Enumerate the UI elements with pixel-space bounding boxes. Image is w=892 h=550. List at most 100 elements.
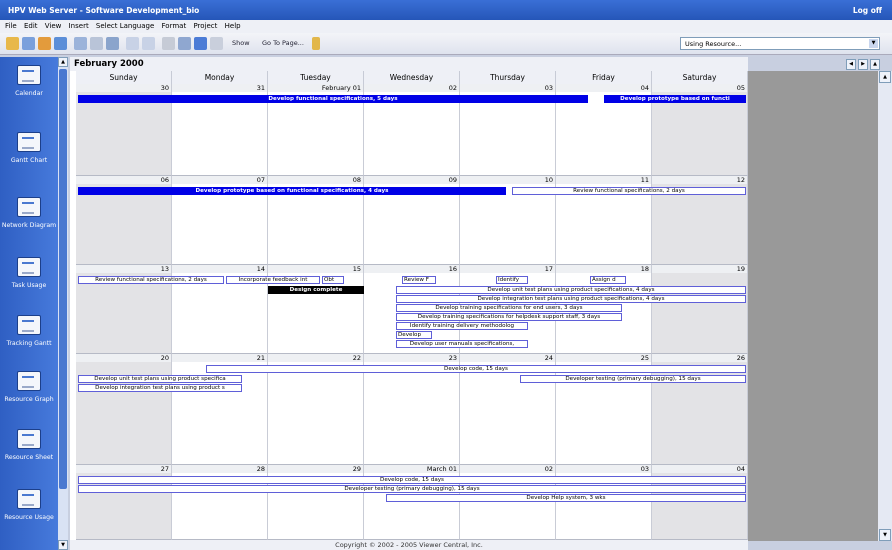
task-bar[interactable]: Incorporate feedback int [226,276,320,284]
task-bar[interactable]: Identify [496,276,528,284]
task-bar[interactable]: Develop training specifications for end … [396,304,622,312]
day-number: 08 [268,176,363,184]
sort-icon[interactable] [178,37,191,50]
day-number: 04 [652,465,747,473]
view-bar: Calendar Gantt Chart Network Diagram Tas… [0,57,68,550]
vertical-scrollbar[interactable]: ▲ ▼ [878,71,892,541]
view-network-diagram[interactable]: Network Diagram [0,197,58,230]
scroll-down-icon[interactable]: ▼ [879,529,891,541]
task-bar[interactable]: Identify training delivery methodolog [396,322,528,330]
day-number: 19 [652,265,747,273]
day-number: 03 [460,84,555,92]
view-resource-graph[interactable]: Resource Graph [0,371,58,404]
view-bar-scrollbar[interactable]: ▲ ▼ [58,57,68,550]
day-number: 10 [460,176,555,184]
gantt-chart-icon [17,132,41,152]
task-bar[interactable]: Develop [396,331,432,339]
folder-icon[interactable] [38,37,51,50]
go-to-page-button[interactable]: Go To Page... [262,39,304,47]
task-bar[interactable]: Develop integration test plans using pro… [396,295,746,303]
menu-edit[interactable]: Edit [24,22,38,30]
task-bar[interactable]: Develop Help system, 3 wks [386,494,746,502]
task-bar[interactable]: Develop training specifications for help… [396,313,622,321]
zoom-in-icon[interactable] [126,37,139,50]
menu-file[interactable]: File [5,22,17,30]
view-gantt-chart[interactable]: Gantt Chart [0,132,58,165]
task-bar[interactable]: Develop code, 15 days [78,476,746,484]
prev-page-icon[interactable]: ◀ [846,59,856,70]
view-task-usage[interactable]: Task Usage [0,257,58,290]
task-bar[interactable]: Develop unit test plans using product sp… [396,286,746,294]
print-icon[interactable] [106,37,119,50]
task-usage-icon [17,257,41,277]
day-number: 05 [652,84,747,92]
task-bar[interactable]: Develop functional specifications, 5 day… [78,95,588,103]
page-nav: ◀ ▶ ▲ [846,59,892,71]
view-resource-usage[interactable]: Resource Usage [0,489,58,522]
day-number: 03 [556,465,651,473]
task-bar[interactable]: Assign d [590,276,626,284]
zoom-out-icon[interactable] [142,37,155,50]
resource-usage-icon [17,489,41,509]
open-icon[interactable] [6,37,19,50]
task-bar[interactable]: Developer testing (primary debugging), 1… [520,375,746,383]
task-bar[interactable]: Develop unit test plans using product sp… [78,375,242,383]
task-bar[interactable]: Obt [322,276,344,284]
view-resource-graph-label: Resource Graph [4,396,54,403]
logoff-link[interactable]: Log off [853,6,882,15]
chevron-down-icon[interactable]: ▼ [869,39,878,48]
day-cell[interactable] [652,265,748,354]
resource-select[interactable]: Using Resource... ▼ [680,37,880,50]
view-task-usage-label: Task Usage [11,282,47,289]
clear-filter-icon[interactable] [210,37,223,50]
menu-insert[interactable]: Insert [69,22,89,30]
menu-project[interactable]: Project [193,22,217,30]
save-icon[interactable] [22,37,35,50]
filter-icon[interactable] [194,37,207,50]
tracking-gantt-icon [17,315,41,335]
scroll-down-icon[interactable]: ▼ [58,540,68,550]
page-icon[interactable] [312,37,320,50]
scroll-thumb[interactable] [59,69,67,489]
menu-view[interactable]: View [45,22,62,30]
task-bar[interactable]: Develop integration test plans using pro… [78,384,242,392]
day-number: 21 [172,354,267,362]
task-bar[interactable]: Develop prototype based on functi [604,95,746,103]
find-icon[interactable] [162,37,175,50]
task-bar[interactable]: Review F [402,276,436,284]
mail-icon[interactable] [74,37,87,50]
day-number: 22 [268,354,363,362]
export-icon[interactable] [54,37,67,50]
task-bar[interactable]: Review functional specifications, 2 days [78,276,224,284]
day-number: 27 [76,465,171,473]
view-gantt-label: Gantt Chart [10,157,48,164]
scroll-up-icon[interactable]: ▲ [58,57,68,67]
menu-help[interactable]: Help [225,22,241,30]
view-calendar[interactable]: Calendar [0,65,58,98]
day-number: 25 [556,354,651,362]
menu-format[interactable]: Format [162,22,187,30]
weekday-label: Sunday [76,71,172,84]
view-resource-sheet-label: Resource Sheet [4,454,54,461]
calendar-week: 06 07 08 09 10 11 12 Develop prototype based on… [76,176,748,265]
day-number: 26 [652,354,747,362]
show-button[interactable]: Show [232,39,250,47]
resource-graph-icon [17,371,41,391]
view-tracking-gantt[interactable]: Tracking Gantt [0,315,58,348]
task-bar[interactable]: Develop user manuals specifications, [396,340,528,348]
scroll-up-icon[interactable]: ▲ [870,59,880,70]
next-page-icon[interactable]: ▶ [858,59,868,70]
calendar-week: 30 31 February 01 02 03 04 05 Develop functiona… [76,84,748,176]
task-bar[interactable]: Developer testing (primary debugging), 1… [78,485,746,493]
print-preview-icon[interactable] [90,37,103,50]
menu-select-language[interactable]: Select Language [96,22,154,30]
view-resource-sheet[interactable]: Resource Sheet [0,429,58,462]
weekday-label: Thursday [460,71,556,84]
task-bar[interactable]: Design complete [268,286,364,294]
task-bar[interactable]: Develop code, 15 days [206,365,746,373]
scroll-up-icon[interactable]: ▲ [879,71,891,83]
day-number: 12 [652,176,747,184]
day-cell[interactable] [76,354,172,465]
task-bar[interactable]: Develop prototype based on functional sp… [78,187,506,195]
task-bar[interactable]: Review functional specifications, 2 days [512,187,746,195]
